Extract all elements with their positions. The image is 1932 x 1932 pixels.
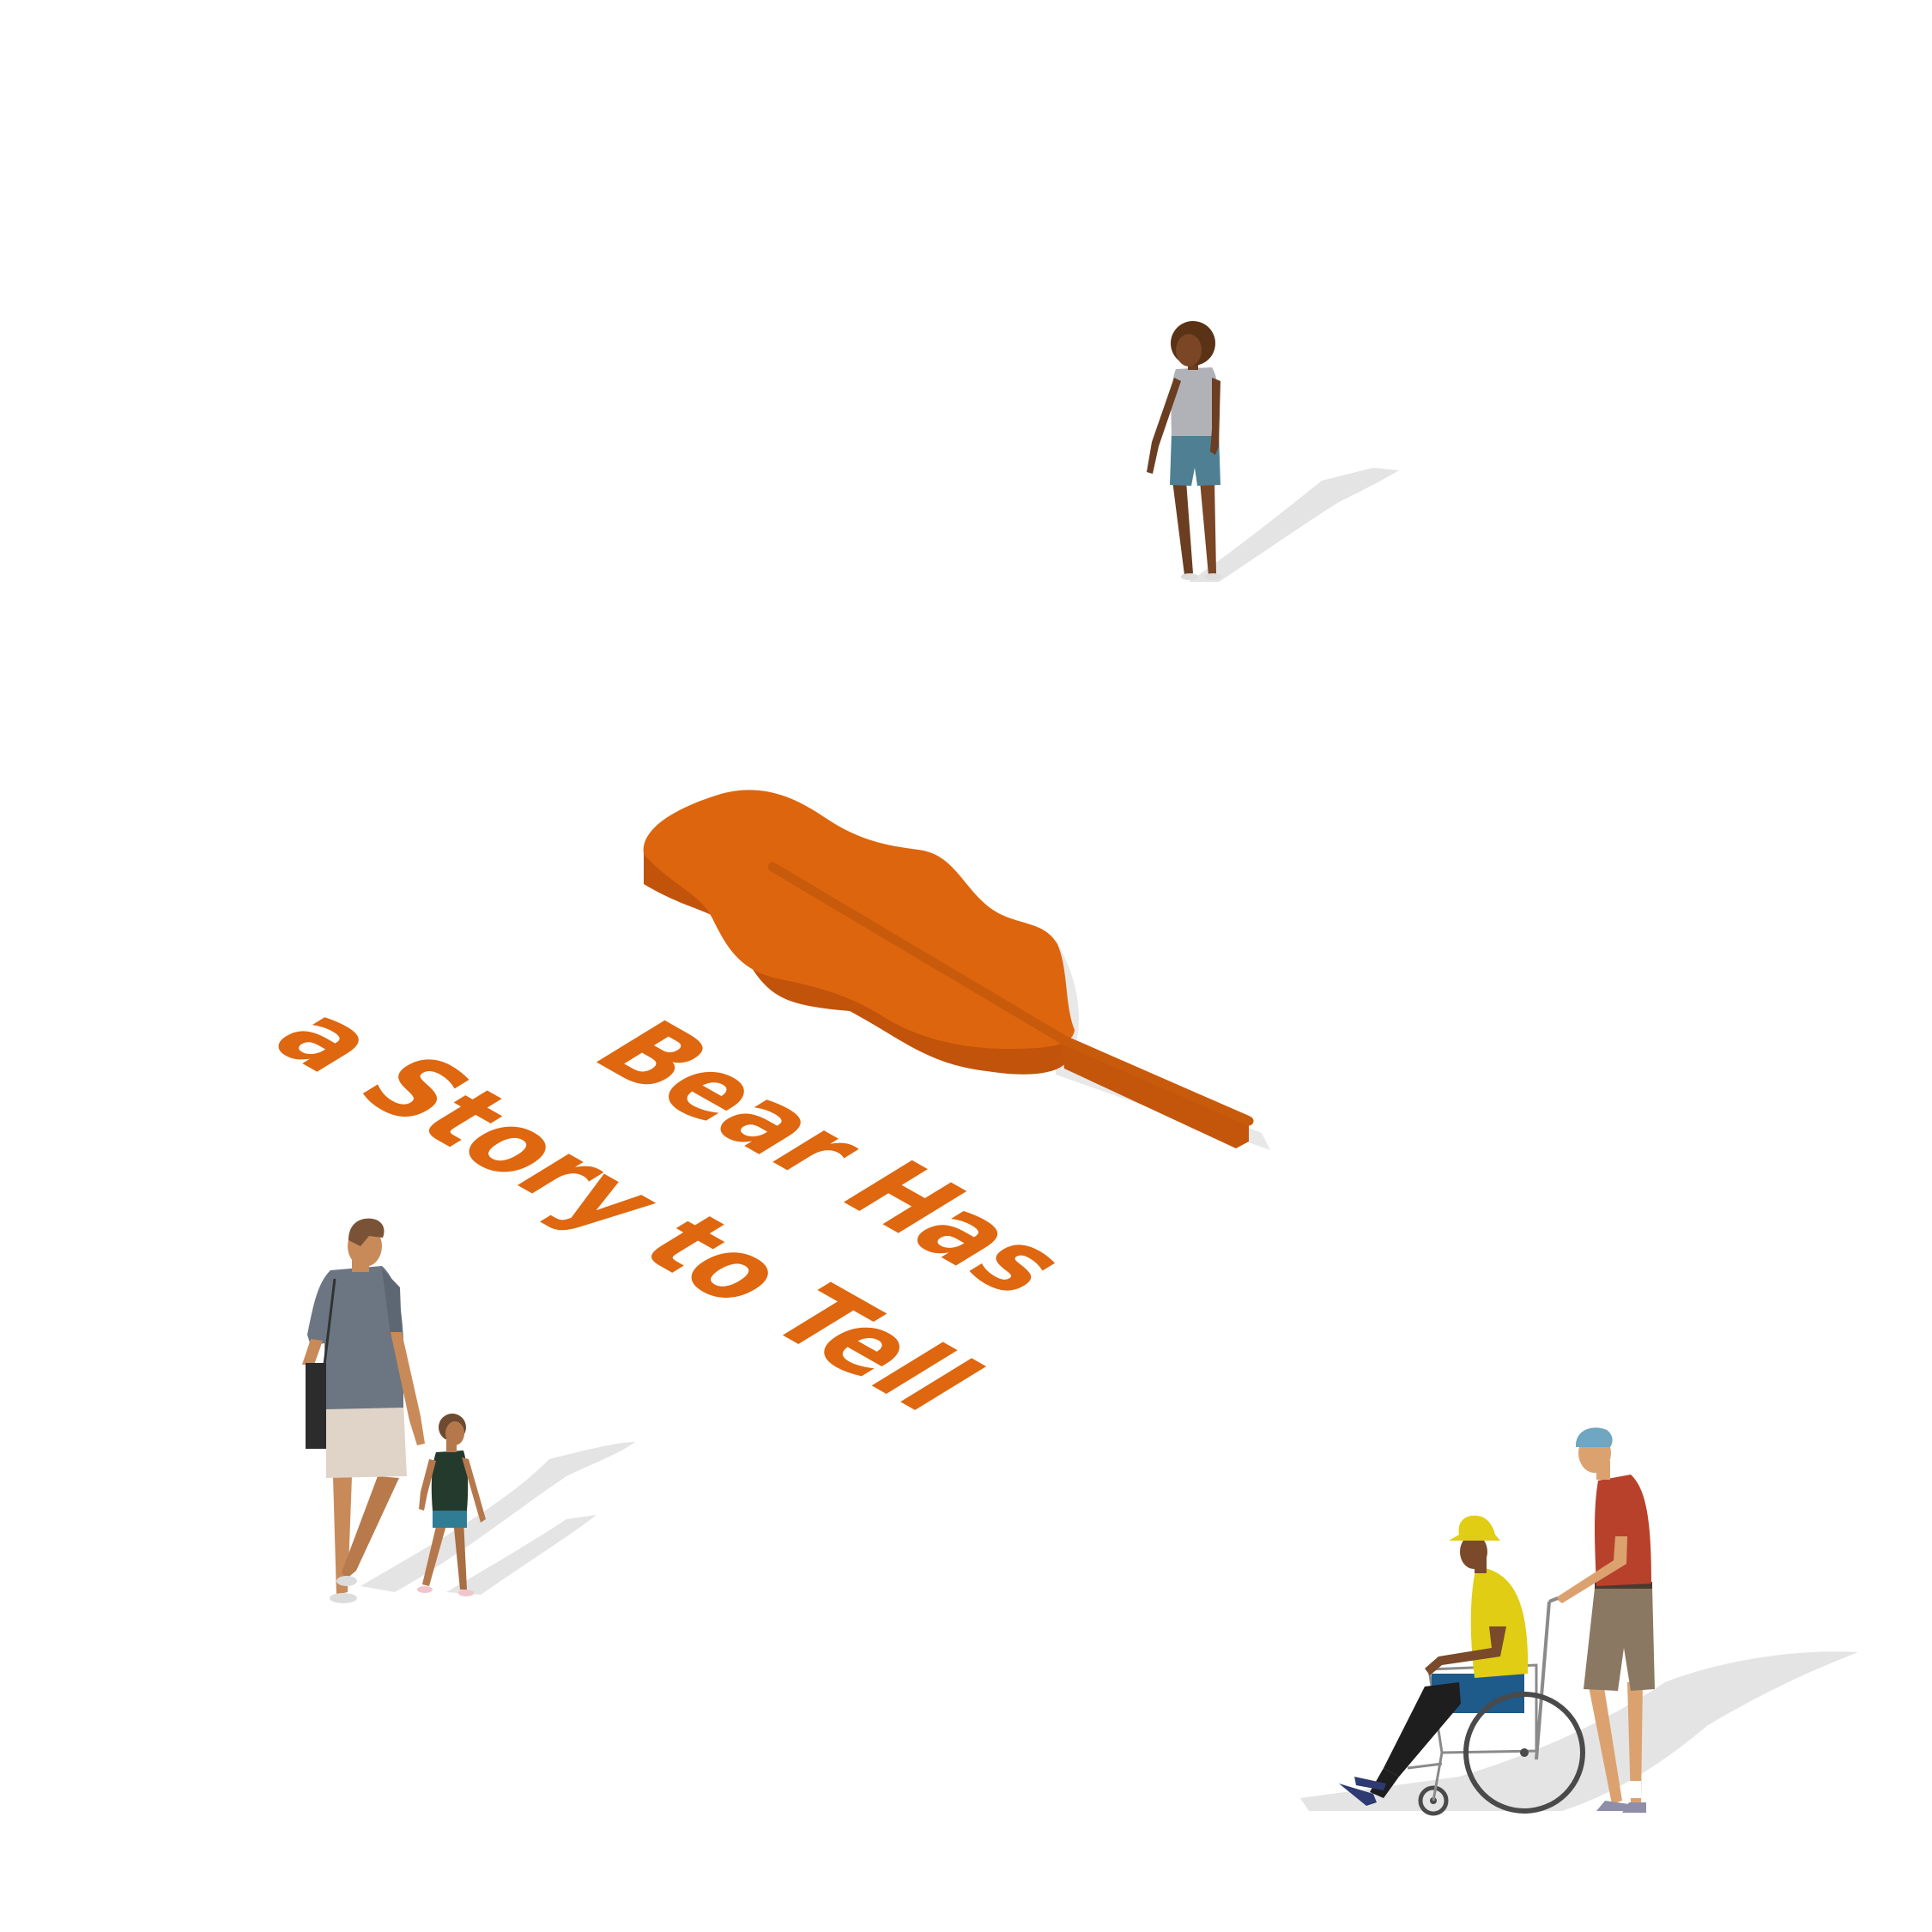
child-face: [445, 1421, 464, 1445]
pusher-shorts: [1584, 1586, 1655, 1691]
woman-shoe-left: [1181, 573, 1198, 580]
pusher-sock-right: [1630, 1781, 1641, 1798]
man-shorts: [326, 1403, 407, 1478]
man-shoe-right: [336, 1576, 357, 1586]
wheelchair-hub: [1520, 1748, 1529, 1757]
man-shoe-left: [330, 1593, 357, 1603]
woman-face: [1176, 334, 1202, 366]
child-shoe-left: [417, 1586, 433, 1593]
child-shoe-right: [458, 1590, 474, 1596]
woman-shoe-right: [1204, 573, 1221, 580]
man-bag: [306, 1363, 326, 1449]
illustration-scene: Bear Has a Story to Tell: [0, 0, 1932, 1932]
